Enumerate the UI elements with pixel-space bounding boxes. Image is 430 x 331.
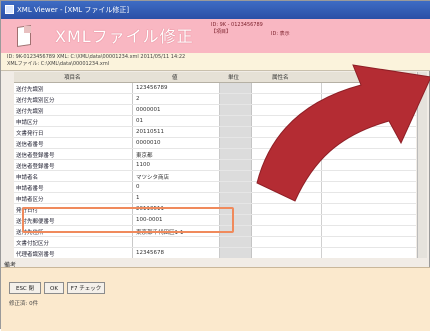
row-item-name: 申請者区分 (16, 197, 44, 203)
row-item-value[interactable]: 12345678 (136, 250, 164, 256)
row-item-value[interactable]: 0 (136, 184, 140, 190)
ok-button[interactable]: OK (44, 282, 64, 294)
info-line-1: ID: 9K-0123456789 XML: C:\XML\data\00001… (7, 54, 186, 60)
row-item-value[interactable]: 20110511 (136, 129, 164, 135)
info-bar: ID: 9K-0123456789 XML: C:\XML\data\00001… (1, 53, 430, 71)
highlight-box (22, 207, 234, 233)
table-row[interactable]: 申請者番号 0 (14, 182, 416, 193)
row-item-name: 送付先識別 (16, 109, 44, 115)
row-item-name: 文書発行日 (16, 131, 44, 137)
row-item-value[interactable]: 東京都 (136, 151, 153, 159)
row-item-name: 送信者番号 (16, 142, 44, 148)
row-item-name: 送付先識別区分 (16, 98, 55, 104)
remark-area[interactable] (1, 267, 430, 331)
app-window: XML Viewer - [XML ファイル修正] XMLファイル修正 ID: … (0, 0, 430, 331)
row-item-value[interactable]: 0000010 (136, 140, 161, 146)
row-item-name: 申請者番号 (16, 186, 44, 192)
row-item-name: 送信者登録番号 (16, 164, 55, 170)
title-bar: XML Viewer - [XML ファイル修正] (1, 1, 430, 19)
table-row[interactable]: 申請区分 01 (14, 116, 416, 127)
page-title: XMLファイル修正 (55, 27, 194, 46)
table-row[interactable]: 文書付記区分 (14, 237, 416, 248)
table-row[interactable]: 送信者登録番号 1100 (14, 160, 416, 171)
column-header-unit[interactable]: 単位 (228, 73, 239, 81)
column-header-value[interactable]: 値 (172, 73, 178, 81)
table-row[interactable]: 送信者番号 0000010 (14, 138, 416, 149)
check-button[interactable]: F7 チェック (67, 282, 105, 294)
header-meta-right: ID: 表示 (271, 31, 290, 37)
row-item-name: 送信者登録番号 (16, 153, 55, 159)
table-row[interactable]: 送信者登録番号 東京都 (14, 149, 416, 160)
row-item-name: 文書付記区分 (16, 241, 50, 247)
table-row[interactable]: 送付先識別 123456789 (14, 83, 416, 94)
row-item-value[interactable]: 1100 (136, 162, 150, 168)
row-item-name: 代理者識別番号 (16, 252, 55, 258)
row-item-value[interactable]: 01 (136, 118, 143, 124)
column-header-name[interactable]: 項目名 (64, 73, 81, 81)
row-item-name: 申請者名 (16, 175, 39, 181)
header-meta: ID: 9K - 0123456789 【項目】 (211, 22, 263, 35)
window-title: XML Viewer - [XML ファイル修正] (17, 6, 130, 14)
column-header-attr-name[interactable]: 属性名 (272, 73, 289, 81)
table-row[interactable]: 代理者識別番号 12345678 (14, 248, 416, 258)
row-item-value[interactable]: 123456789 (136, 85, 168, 91)
row-item-name: 申請区分 (16, 120, 39, 126)
row-item-value[interactable]: 1 (136, 195, 140, 201)
app-icon (5, 5, 14, 14)
esc-button[interactable]: ESC 閉 (9, 282, 41, 294)
row-item-name: 送付先識別 (16, 87, 44, 93)
document-icon (15, 25, 33, 47)
row-item-value[interactable]: マツシタ商店 (136, 173, 169, 181)
table-row[interactable]: 送付先識別 0000001 (14, 105, 416, 116)
table-row[interactable]: 送付先識別区分 2 (14, 94, 416, 105)
status-text: 修正済: 0件 (9, 301, 39, 307)
grid-header: 項目名 値 単位 属性名 属性値 (14, 72, 416, 83)
row-item-value[interactable]: 0000001 (136, 107, 161, 113)
table-row[interactable]: 文書発行日 20110511 (14, 127, 416, 138)
row-item-value[interactable]: 2 (136, 96, 140, 102)
table-row[interactable]: 申請者名 マツシタ商店 (14, 171, 416, 182)
column-header-attr-value[interactable]: 属性値 (369, 73, 386, 81)
info-line-2: XMLファイル: C:\XML\data\00001234.xml (7, 61, 110, 67)
table-row[interactable]: 申請者区分 1 (14, 193, 416, 204)
vertical-scrollbar[interactable] (417, 72, 427, 258)
